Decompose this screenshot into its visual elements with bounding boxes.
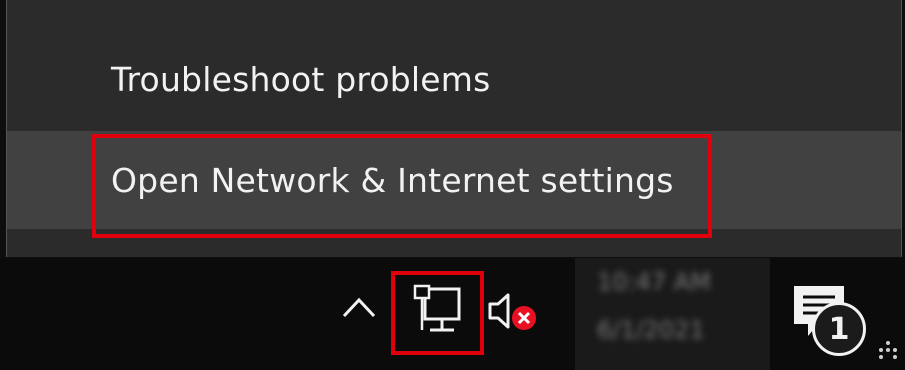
speaker-muted-icon[interactable] <box>486 289 542 333</box>
menu-item-troubleshoot-problems[interactable]: Troubleshoot problems <box>7 48 901 110</box>
menu-item-label: Troubleshoot problems <box>111 59 491 99</box>
network-context-menu: Troubleshoot problems Open Network & Int… <box>6 0 902 257</box>
clock-time: 10:47 AM <box>597 268 711 296</box>
menu-item-open-network-settings[interactable]: Open Network & Internet settings <box>7 131 901 229</box>
menu-item-label: Open Network & Internet settings <box>111 160 674 200</box>
show-desktop-dots-icon[interactable] <box>876 338 900 362</box>
chevron-up-icon[interactable] <box>336 286 382 330</box>
network-icon[interactable] <box>408 283 468 339</box>
taskbar-clock[interactable]: 10:47 AM 6/1/2021 <box>575 258 770 370</box>
notification-count-badge: 1 <box>812 302 866 356</box>
clock-date: 6/1/2021 <box>597 316 705 344</box>
